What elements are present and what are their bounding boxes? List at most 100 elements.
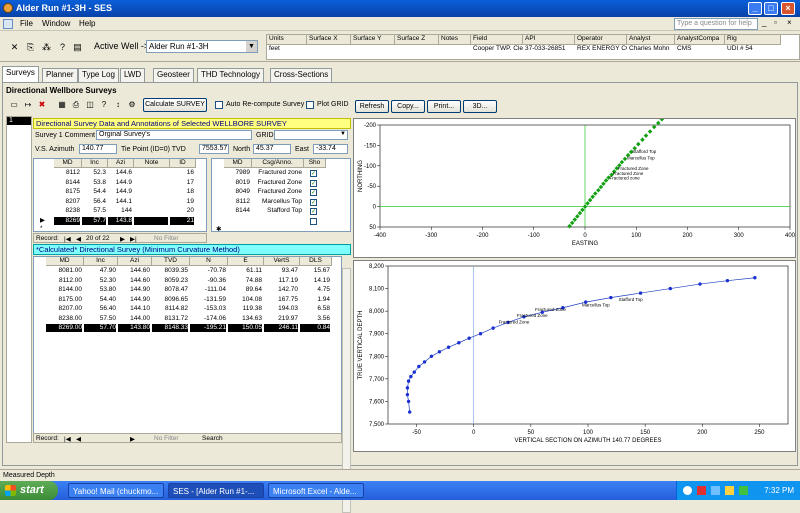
first-record-icon[interactable]: |◀ bbox=[64, 435, 71, 443]
annotation-cell[interactable]: Fractured zone bbox=[252, 169, 302, 177]
calc-cell[interactable]: -111.04 bbox=[190, 286, 226, 294]
show-checkbox[interactable] bbox=[310, 217, 317, 225]
auto-recompute-checkbox[interactable] bbox=[215, 101, 223, 109]
calc-cell[interactable]: 8114.82 bbox=[152, 305, 188, 313]
show-checkbox[interactable]: ✓ bbox=[310, 179, 317, 187]
survey-cell[interactable] bbox=[134, 179, 168, 187]
survey-cell[interactable]: 21 bbox=[170, 216, 194, 225]
annotation-cell[interactable]: Fractured Zone bbox=[252, 188, 302, 196]
tab-thd-technology[interactable]: THD Technology bbox=[197, 68, 264, 82]
insert-icon[interactable]: ↦ bbox=[22, 99, 34, 111]
survey-index-list[interactable]: 1 bbox=[6, 116, 32, 443]
calc-cell[interactable]: -90.36 bbox=[190, 277, 226, 285]
survey-cell[interactable]: 144.1 bbox=[108, 198, 132, 206]
help-icon[interactable]: ? bbox=[56, 41, 69, 54]
survey-cell[interactable] bbox=[134, 216, 168, 225]
calc-cell[interactable]: -195.21 bbox=[190, 324, 226, 332]
calc-cell[interactable]: 8112.00 bbox=[46, 277, 82, 285]
survey-cell[interactable]: 8175 bbox=[54, 188, 80, 196]
calc-cell[interactable]: 144.90 bbox=[118, 286, 150, 294]
notes-icon[interactable]: ▤ bbox=[71, 41, 84, 54]
survey-cell[interactable]: 8144 bbox=[54, 179, 80, 187]
survey-cell[interactable]: 144.9 bbox=[108, 188, 132, 196]
survey-cell[interactable]: 144 bbox=[108, 207, 132, 215]
calc-cell[interactable]: 8131.72 bbox=[152, 315, 189, 323]
survey-cell[interactable]: 143.8 bbox=[108, 216, 132, 225]
tab-type-log[interactable]: Type Log bbox=[78, 68, 119, 82]
copy-button[interactable]: Copy... bbox=[391, 100, 425, 113]
active-well-select[interactable]: Alder Run #1-3H ▼ bbox=[146, 40, 258, 53]
calc-cell[interactable]: -153.03 bbox=[190, 305, 226, 313]
calc-cell[interactable]: 144.10 bbox=[118, 305, 150, 313]
survey-cell[interactable] bbox=[134, 198, 168, 206]
delete-icon[interactable]: ✖ bbox=[36, 99, 48, 111]
calc-cell[interactable]: 74.88 bbox=[228, 277, 262, 285]
doc-restore-icon[interactable]: ▫ bbox=[774, 18, 777, 27]
survey-index-item[interactable]: 1 bbox=[7, 117, 31, 125]
tab-geosteer[interactable]: Geosteer bbox=[153, 68, 194, 82]
grid-select[interactable]: ▼ bbox=[274, 130, 348, 140]
survey-grid[interactable]: MD Inc Azi Note ID 8112 52.3 144.6 16 8144 53.8 144… bbox=[33, 158, 207, 232]
calculated-survey-grid[interactable]: MD Inc Azi TVD N E VertS DLS 8081.00 47.90 144.60 8… bbox=[33, 256, 342, 436]
column-header[interactable]: N bbox=[190, 257, 228, 266]
survey-cell[interactable]: 144.6 bbox=[108, 169, 132, 177]
show-checkbox[interactable]: ✓ bbox=[310, 170, 317, 177]
calc-cell[interactable]: 57.70 bbox=[84, 324, 116, 332]
calc-cell[interactable]: 8144.00 bbox=[46, 286, 83, 294]
calc-cell[interactable]: 143.80 bbox=[118, 324, 150, 332]
settings-icon[interactable]: ⚙ bbox=[126, 99, 138, 111]
survey-cell[interactable]: 57.5 bbox=[82, 207, 106, 215]
preview-icon[interactable]: ◫ bbox=[84, 99, 96, 111]
calc-cell[interactable]: -131.59 bbox=[190, 296, 226, 304]
survey-cell[interactable]: 57.7 bbox=[82, 216, 106, 225]
annotation-cell[interactable]: 8112 bbox=[224, 198, 250, 206]
calc-cell[interactable]: 89.64 bbox=[228, 286, 262, 294]
annotation-grid[interactable]: MD Csg/Anno. Sho 7989 Fractured zone 8019 Frac… bbox=[211, 158, 351, 233]
plot-grid-checkbox[interactable] bbox=[306, 101, 314, 109]
survey-cell[interactable]: 144.9 bbox=[108, 179, 132, 187]
annotation-cell[interactable]: 7989 bbox=[224, 169, 250, 177]
calc-cell[interactable]: 8096.65 bbox=[152, 296, 189, 304]
next-record-icon[interactable]: ▶ bbox=[120, 235, 125, 243]
tab-surveys[interactable]: Surveys bbox=[2, 66, 39, 82]
start-button[interactable]: start bbox=[0, 481, 58, 500]
help-icon[interactable]: ? bbox=[98, 99, 110, 111]
prev-record-icon[interactable]: ◀ bbox=[76, 435, 81, 443]
calc-cell[interactable]: 144.90 bbox=[118, 296, 150, 304]
calc-cell[interactable]: 8175.00 bbox=[46, 296, 83, 304]
update-tray-icon[interactable] bbox=[739, 486, 748, 495]
close-well-icon[interactable]: ✕ bbox=[8, 41, 21, 54]
minimize-button[interactable]: _ bbox=[748, 2, 762, 15]
menu-file[interactable]: File bbox=[20, 19, 33, 28]
column-header[interactable]: Sho bbox=[304, 159, 326, 168]
security-tray-icon[interactable] bbox=[697, 486, 706, 495]
open-folder-icon[interactable]: ▭ bbox=[8, 99, 20, 111]
survey-cell[interactable]: 8207 bbox=[54, 198, 80, 206]
tab-cross-sections[interactable]: Cross-Sections bbox=[270, 68, 333, 82]
3d-button[interactable]: 3D... bbox=[463, 100, 497, 113]
survey-cell[interactable]: 8269 bbox=[54, 216, 80, 225]
calc-cell[interactable]: 134.63 bbox=[228, 315, 262, 323]
tab-planner[interactable]: Planner bbox=[42, 68, 78, 82]
last-record-icon[interactable]: ▶| bbox=[130, 235, 137, 243]
calc-cell[interactable]: 246.11 bbox=[264, 324, 298, 332]
next-record-icon[interactable]: ▶ bbox=[130, 435, 135, 443]
survey-cell[interactable]: 54.4 bbox=[82, 188, 106, 196]
column-header[interactable]: Csg/Anno. bbox=[252, 159, 304, 168]
taskbar-item-ses[interactable]: SES - [Alder Run #1-... bbox=[168, 483, 264, 498]
column-header[interactable]: Inc bbox=[84, 257, 118, 266]
column-header[interactable]: ID bbox=[170, 159, 196, 168]
show-checkbox[interactable]: ✓ bbox=[310, 198, 317, 206]
annotation-cell[interactable]: 8049 bbox=[224, 188, 250, 196]
show-checkbox[interactable]: ✓ bbox=[310, 208, 317, 215]
survey-cell[interactable]: 18 bbox=[170, 188, 194, 196]
calc-cell[interactable]: 8081.00 bbox=[46, 267, 83, 275]
calc-cell[interactable]: 57.50 bbox=[84, 315, 116, 323]
doc-close-icon[interactable]: × bbox=[787, 18, 792, 27]
first-record-icon[interactable]: |◀ bbox=[64, 235, 71, 243]
annotation-cell[interactable]: Fractured Zone bbox=[252, 179, 302, 187]
calc-cell[interactable]: 167.75 bbox=[264, 296, 298, 304]
north-input[interactable]: 45.37 bbox=[253, 144, 291, 154]
calc-cell[interactable]: 8078.47 bbox=[152, 286, 189, 294]
volume-tray-icon[interactable] bbox=[725, 486, 734, 495]
